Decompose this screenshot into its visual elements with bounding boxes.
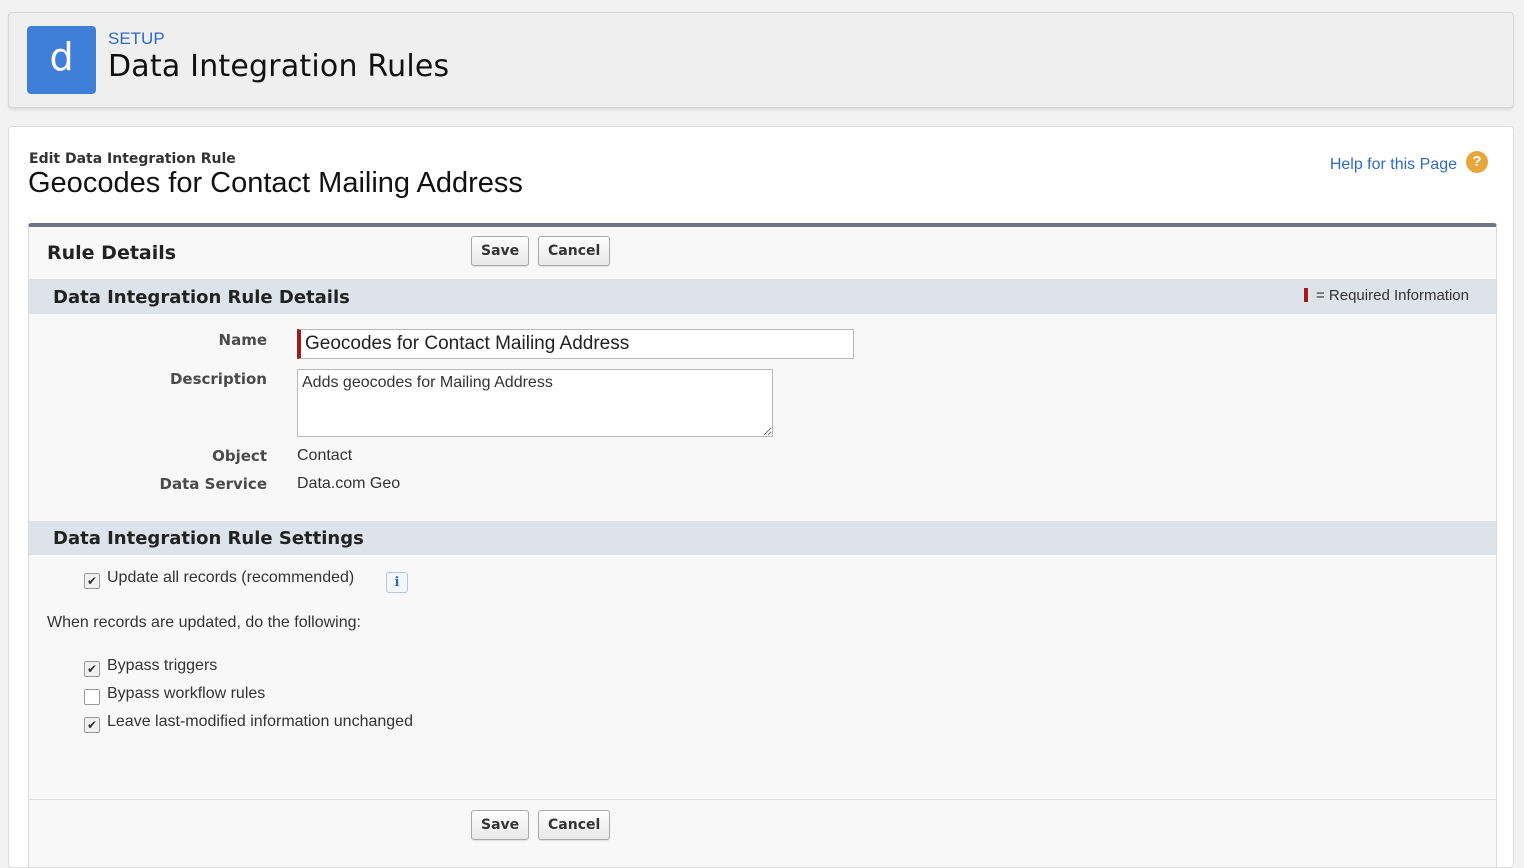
- settings-section-title: Data Integration Rule Settings: [53, 528, 364, 549]
- data-service-label: Data Service: [159, 475, 267, 493]
- help-link[interactable]: Help for this Page: [1330, 156, 1457, 174]
- rule-details-form: Rule Details Save Cancel Data Integratio…: [28, 223, 1497, 868]
- update-all-checkbox[interactable]: ✔: [84, 573, 100, 589]
- data-service-value: Data.com Geo: [297, 475, 401, 492]
- main-content: Edit Data Integration Rule Geocodes for …: [8, 126, 1514, 868]
- header-title: Data Integration Rules: [108, 49, 450, 84]
- name-label: Name: [218, 331, 267, 349]
- required-marker-icon: [1303, 288, 1308, 302]
- help-icon[interactable]: ?: [1466, 151, 1488, 173]
- save-button[interactable]: Save: [471, 236, 530, 266]
- required-legend-text: = Required Information: [1315, 287, 1469, 304]
- name-field[interactable]: [297, 329, 854, 359]
- bypass-triggers-label: Bypass triggers: [107, 657, 218, 674]
- object-value: Contact: [297, 447, 353, 464]
- app-icon: d: [27, 26, 96, 94]
- bypass-triggers-checkbox[interactable]: ✔: [84, 661, 100, 677]
- footer-save-button[interactable]: Save: [471, 810, 530, 840]
- object-label: Object: [212, 447, 267, 465]
- page-title: Geocodes for Contact Mailing Address: [28, 167, 523, 199]
- when-updated-text: When records are updated, do the followi…: [47, 614, 361, 631]
- form-header: Rule Details Save Cancel: [29, 227, 1496, 280]
- description-label: Description: [169, 370, 267, 388]
- details-section-title: Data Integration Rule Details: [53, 287, 350, 308]
- form-footer: Save Cancel: [29, 799, 1496, 868]
- setup-breadcrumb[interactable]: SETUP: [108, 29, 165, 49]
- setup-header: d SETUP Data Integration Rules: [8, 12, 1514, 108]
- settings-section-header: Data Integration Rule Settings: [29, 521, 1496, 555]
- bypass-workflow-checkbox[interactable]: [84, 689, 100, 705]
- details-section-header: Data Integration Rule Details = Required…: [29, 280, 1496, 314]
- description-field[interactable]: Adds geocodes for Mailing Address: [297, 369, 773, 437]
- required-legend: = Required Information: [1303, 287, 1469, 304]
- leave-last-modified-checkbox[interactable]: ✔: [84, 717, 100, 733]
- info-icon[interactable]: i: [386, 572, 408, 593]
- cancel-button[interactable]: Cancel: [538, 236, 611, 266]
- page-subtitle: Edit Data Integration Rule: [29, 151, 236, 167]
- rule-details-title: Rule Details: [47, 242, 177, 264]
- footer-cancel-button[interactable]: Cancel: [538, 810, 611, 840]
- leave-last-modified-label: Leave last-modified information unchange…: [107, 713, 413, 730]
- update-all-label: Update all records (recommended): [107, 569, 355, 586]
- bypass-workflow-label: Bypass workflow rules: [107, 685, 266, 702]
